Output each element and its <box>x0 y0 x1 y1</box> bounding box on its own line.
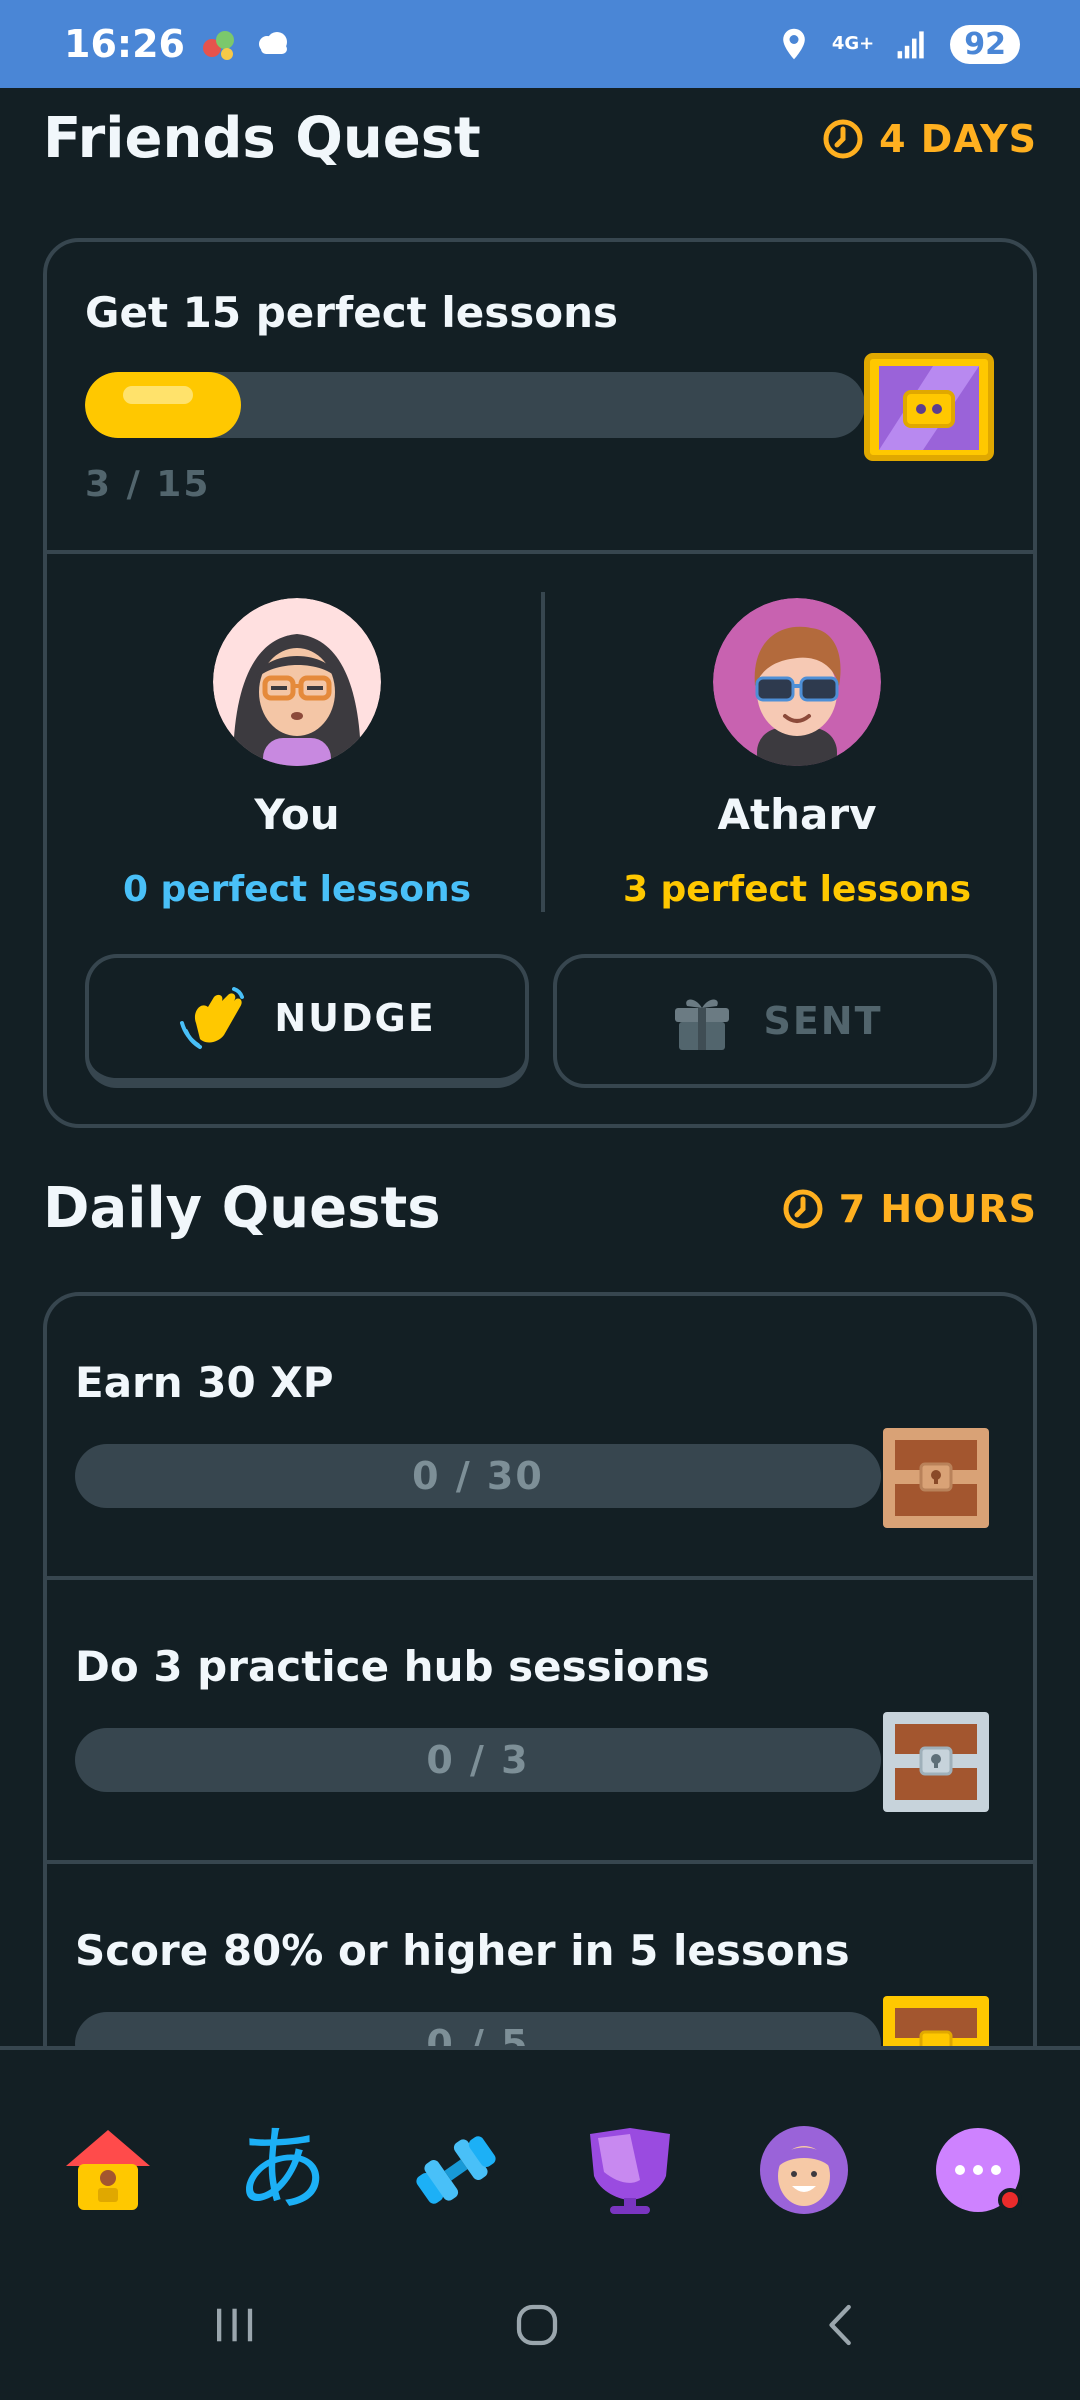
location-icon <box>774 24 814 64</box>
friends-quest-progress-text: 3 / 15 <box>85 464 211 505</box>
bottom-nav: あ <box>0 2046 1080 2246</box>
friends-quest-timer: 4 DAYS <box>821 117 1037 161</box>
friend-avatar[interactable] <box>713 598 881 766</box>
system-nav-bar <box>0 2250 1080 2400</box>
clock-icon <box>823 119 863 158</box>
clock-icon <box>783 1189 823 1228</box>
status-time: 16:26 <box>64 22 185 66</box>
quest-progress-text: 0 / 30 <box>412 1454 544 1498</box>
daily-quests-timer: 7 HOURS <box>781 1187 1037 1231</box>
network-type: 4G+ <box>831 33 875 54</box>
nav-profile[interactable] <box>754 2120 854 2220</box>
sent-button[interactable]: SENT <box>553 954 997 1088</box>
battery-indicator: 92 <box>950 24 1020 64</box>
nav-leaderboard[interactable] <box>580 2120 680 2220</box>
daily-quests-header: Daily Quests 7 HOURS <box>43 1176 1037 1241</box>
purple-chest-icon[interactable] <box>863 352 995 462</box>
quest-progress-bar: 0 / 3 <box>75 1728 881 1792</box>
friends-quest-progress-fill <box>85 372 241 438</box>
silver-chest-icon[interactable] <box>881 1710 991 1814</box>
quest-progress-bar: 0 / 30 <box>75 1444 881 1508</box>
you-column: You 0 perfect lessons <box>87 598 507 910</box>
daily-quests-card: Earn 30 XP 0 / 30 Do 3 practice hub sess… <box>43 1292 1037 2092</box>
home-circle-icon <box>516 2304 558 2346</box>
back-button[interactable] <box>806 2290 876 2360</box>
daily-quests-title: Daily Quests <box>43 1176 441 1241</box>
nav-characters[interactable]: あ <box>232 2120 332 2220</box>
friends-quest-goal: Get 15 perfect lessons <box>85 288 618 337</box>
gift-icon <box>675 999 730 1050</box>
quest-title: Earn 30 XP <box>75 1358 334 1407</box>
bronze-chest-icon[interactable] <box>881 1426 991 1530</box>
daily-quests-time-left: 7 HOURS <box>838 1186 1037 1231</box>
nudge-label: NUDGE <box>274 996 436 1040</box>
sent-label: SENT <box>763 999 883 1043</box>
quest-title: Do 3 practice hub sessions <box>75 1642 710 1691</box>
recent-apps-icon <box>217 2308 253 2342</box>
leaderboard-icon <box>590 2128 670 2214</box>
home-button[interactable] <box>502 2290 572 2360</box>
friend-stat: 3 perfect lessons <box>622 869 972 910</box>
nav-more[interactable] <box>928 2120 1028 2220</box>
friends-quest-header: Friends Quest 4 DAYS <box>43 106 1037 171</box>
nav-home[interactable] <box>58 2120 158 2220</box>
you-stat: 0 perfect lessons <box>122 869 472 910</box>
waving-hand-icon <box>180 987 245 1049</box>
practice-icon <box>416 2136 496 2204</box>
nav-practice[interactable] <box>406 2120 506 2220</box>
recent-apps-button[interactable] <box>200 2290 270 2360</box>
quest-item: Earn 30 XP 0 / 30 <box>47 1296 1033 1580</box>
friends-quest-title: Friends Quest <box>43 106 481 171</box>
weather-icon <box>253 24 293 64</box>
divider <box>541 592 545 912</box>
friend-column: Atharv 3 perfect lessons <box>587 598 1007 910</box>
notification-app-icon <box>199 24 239 64</box>
home-icon <box>66 2130 150 2210</box>
profile-icon <box>760 2126 848 2214</box>
back-icon <box>829 2304 851 2346</box>
quest-progress-text: 0 / 3 <box>426 1738 530 1782</box>
friends-quest-card: Get 15 perfect lessons 3 / 15 You 0 perf… <box>43 238 1037 1128</box>
divider <box>47 550 1033 554</box>
you-name: You <box>254 790 340 839</box>
nudge-button[interactable]: NUDGE <box>85 954 529 1088</box>
more-icon <box>936 2128 1022 2212</box>
you-avatar[interactable] <box>213 598 381 766</box>
quest-item: Do 3 practice hub sessions 0 / 3 <box>47 1580 1033 1864</box>
quest-title: Score 80% or higher in 5 lessons <box>75 1926 850 1975</box>
characters-icon: あ <box>235 2116 328 2223</box>
friends-quest-time-left: 4 DAYS <box>879 116 1037 161</box>
signal-icon <box>892 24 932 64</box>
friends-quest-progress-bar <box>85 372 865 438</box>
friend-name: Atharv <box>717 790 877 839</box>
status-bar: 16:26 4G+ 92 <box>0 0 1080 88</box>
